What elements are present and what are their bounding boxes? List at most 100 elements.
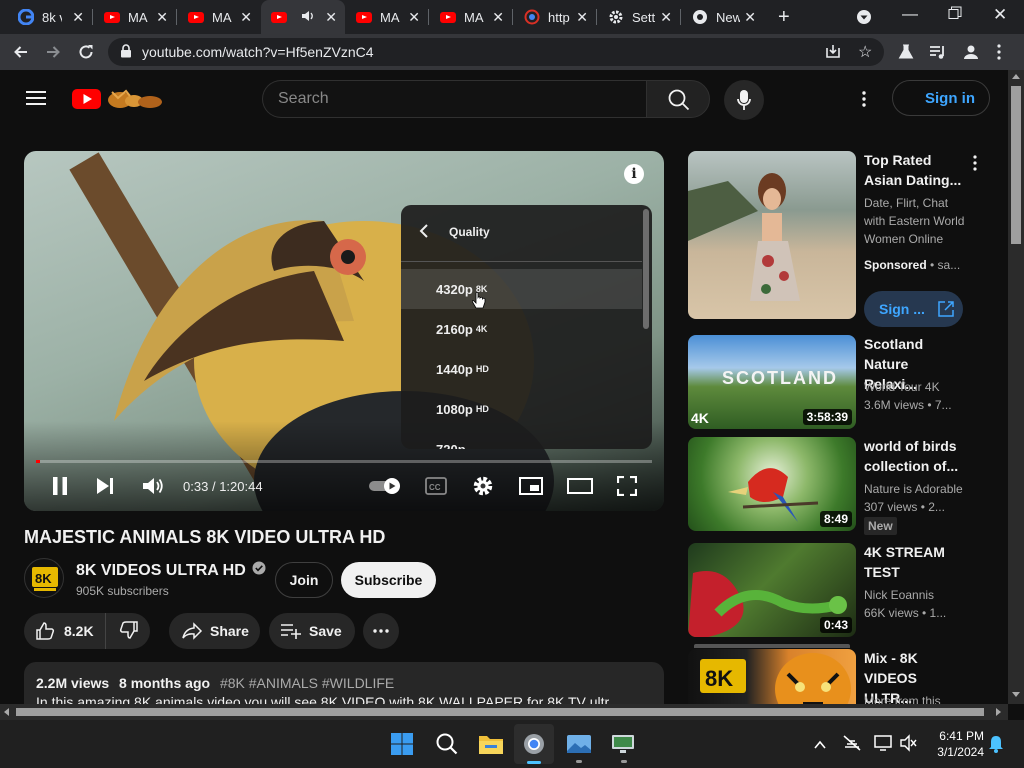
pause-icon[interactable] — [51, 476, 69, 501]
scrollbar-thumb[interactable] — [1011, 86, 1021, 244]
back-icon[interactable] — [12, 43, 30, 64]
miniplayer-icon[interactable] — [519, 477, 543, 500]
more-actions-button[interactable] — [363, 613, 399, 649]
recommended-title-3[interactable]: world of birds collection of... — [864, 436, 964, 476]
photos-app-icon[interactable] — [566, 733, 592, 760]
sign-in-button[interactable]: Sign in — [892, 80, 990, 116]
recommended-title-4[interactable]: 4K STREAM TEST — [864, 542, 964, 582]
recommended-title-1[interactable]: Top Rated Asian Dating... — [864, 150, 964, 190]
card-menu-icon[interactable] — [973, 155, 977, 176]
captions-icon[interactable]: CC — [425, 477, 447, 500]
new-tab-icon[interactable]: + — [778, 6, 790, 29]
labs-flask-icon[interactable] — [898, 43, 914, 64]
remote-desktop-icon[interactable] — [611, 732, 635, 761]
media-control-icon[interactable] — [928, 42, 948, 65]
next-video-icon[interactable] — [96, 477, 114, 500]
lock-icon[interactable] — [120, 44, 132, 63]
browser-tab-3[interactable]: MA ✕ — [178, 0, 260, 34]
reload-icon[interactable] — [77, 43, 95, 64]
close-tab-icon[interactable]: ✕ — [408, 9, 420, 26]
quality-option-720p[interactable]: 720p — [401, 429, 642, 450]
bookmark-star-icon[interactable]: ☆ — [858, 42, 872, 62]
browser-tab-7[interactable]: http ✕ — [514, 0, 596, 34]
close-tab-icon[interactable]: ✕ — [492, 9, 504, 26]
like-button[interactable]: 8.2K — [24, 613, 106, 649]
notification-bell-icon[interactable] — [989, 735, 1003, 758]
taskbar-chrome-button[interactable] — [514, 724, 554, 764]
hashtags[interactable]: #8K #ANIMALS #WILDLIFE — [220, 675, 394, 691]
restore-icon[interactable] — [948, 6, 962, 25]
minimize-icon[interactable]: — — [902, 6, 918, 24]
theater-mode-icon[interactable] — [567, 478, 593, 499]
quality-option-2160p[interactable]: 2160p 4K — [401, 309, 642, 349]
scroll-right-icon[interactable] — [996, 708, 1001, 716]
profile-icon[interactable] — [962, 43, 980, 64]
quality-menu-scrollbar[interactable] — [643, 209, 649, 329]
network-disconnected-icon[interactable] — [843, 735, 861, 756]
channel-avatar[interactable]: 8K — [24, 558, 64, 598]
browser-tab-9[interactable]: New ✕ — [682, 0, 764, 34]
recommended-thumbnail-2[interactable]: SCOTLAND 4K 3:58:39 — [688, 335, 856, 429]
close-tab-icon[interactable]: ✕ — [576, 9, 588, 26]
browser-tab-active[interactable]: ✕ — [261, 0, 345, 34]
youtube-logo-icon[interactable] — [72, 88, 168, 115]
browser-tab-6[interactable]: MA ✕ — [430, 0, 512, 34]
ad-sign-up-button[interactable]: Sign ... — [864, 291, 963, 327]
file-explorer-icon[interactable] — [478, 733, 504, 760]
quality-option-4320p[interactable]: 4320p 8K — [401, 269, 642, 309]
horizontal-scrollbar-thumb[interactable] — [16, 708, 984, 716]
recommended-thumbnail-4[interactable]: 0:43 — [688, 543, 856, 637]
forward-icon[interactable] — [44, 43, 62, 64]
volume-icon[interactable] — [142, 476, 164, 501]
subscribe-button[interactable]: Subscribe — [341, 562, 436, 598]
voice-search-button[interactable] — [724, 80, 764, 120]
save-button[interactable]: Save — [269, 613, 355, 649]
back-chevron-icon[interactable] — [419, 224, 429, 243]
show-hidden-icons-icon[interactable] — [814, 737, 826, 755]
scroll-down-icon[interactable] — [1012, 692, 1020, 697]
close-tab-icon[interactable]: ✕ — [72, 9, 84, 26]
scroll-left-icon[interactable] — [4, 708, 9, 716]
recommended-thumbnail-5[interactable]: 8K — [688, 649, 856, 704]
quality-option-1440p[interactable]: 1440p HD — [401, 349, 642, 389]
tab-search-icon[interactable] — [856, 9, 872, 30]
dislike-button[interactable] — [106, 620, 139, 643]
settings-more-icon[interactable] — [862, 91, 866, 112]
browser-tab-2[interactable]: MA ✕ — [94, 0, 176, 34]
horizontal-scrollbar[interactable] — [0, 704, 1008, 720]
join-button[interactable]: Join — [275, 562, 333, 598]
close-tab-icon[interactable]: ✕ — [156, 9, 168, 26]
close-tab-icon[interactable]: ✕ — [325, 9, 337, 26]
close-tab-icon[interactable]: ✕ — [744, 9, 756, 26]
progress-bar[interactable] — [36, 460, 652, 463]
speaker-icon[interactable] — [301, 9, 315, 26]
recommended-thumbnail-1[interactable] — [688, 151, 856, 319]
browser-tab-5[interactable]: MA ✕ — [346, 0, 428, 34]
windows-start-icon[interactable] — [391, 733, 413, 760]
close-tab-icon[interactable]: ✕ — [240, 9, 252, 26]
browser-tab-1[interactable]: 8k v ✕ — [8, 0, 92, 34]
system-clock[interactable]: 6:41 PM 3/1/2024 — [924, 728, 984, 760]
close-window-icon[interactable]: ✕ — [993, 5, 1007, 25]
share-button[interactable]: Share — [169, 613, 260, 649]
display-icon[interactable] — [874, 734, 892, 757]
recommended-thumbnail-3[interactable]: 8:49 — [688, 437, 856, 531]
settings-gear-icon[interactable] — [472, 475, 494, 502]
page-scrollbar[interactable] — [1008, 70, 1024, 704]
autoplay-toggle[interactable] — [368, 476, 404, 501]
quality-option-1080p[interactable]: 1080p HD — [401, 389, 642, 429]
hamburger-menu-icon[interactable] — [26, 90, 46, 111]
browser-tab-8[interactable]: Sett ✕ — [598, 0, 680, 34]
install-app-icon[interactable] — [825, 43, 841, 64]
browser-menu-icon[interactable] — [997, 44, 1001, 63]
volume-muted-icon[interactable] — [900, 734, 918, 757]
info-icon[interactable]: i — [624, 164, 644, 184]
search-input[interactable]: Search — [262, 80, 646, 118]
close-tab-icon[interactable]: ✕ — [660, 9, 672, 26]
search-button[interactable] — [646, 80, 710, 118]
fullscreen-icon[interactable] — [616, 475, 638, 501]
channel-name-row[interactable]: 8K VIDEOS ULTRA HD — [76, 561, 266, 580]
description-box[interactable]: 2.2M views 8 months ago #8K #ANIMALS #WI… — [24, 662, 664, 704]
scroll-up-icon[interactable] — [1012, 74, 1020, 79]
address-bar[interactable]: youtube.com/watch?v=Hf5enZVznC4 ☆ — [108, 38, 884, 66]
